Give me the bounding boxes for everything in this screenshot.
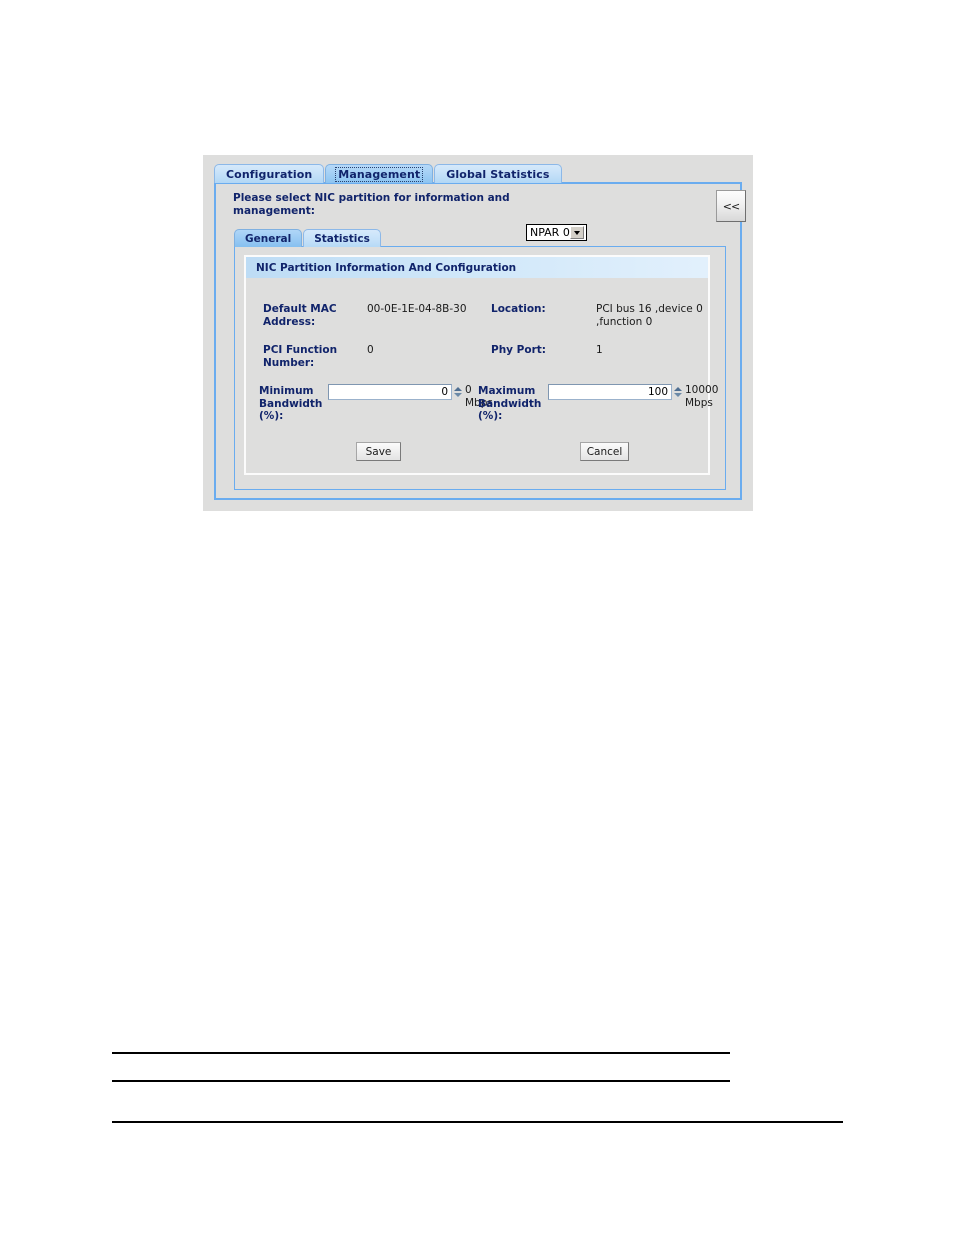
label-minimum-bandwidth: Minimum Bandwidth (%): <box>259 385 323 422</box>
label-phy-port: Phy Port: <box>491 344 546 356</box>
maximum-bandwidth-unit: 10000 Mbps <box>685 384 719 409</box>
tab-global-statistics[interactable]: Global Statistics <box>434 164 562 183</box>
partition-select-row: Please select NIC partition for informat… <box>216 184 740 228</box>
maximum-bandwidth-spinner-buttons[interactable] <box>673 384 683 400</box>
tab-configuration-label: Configuration <box>226 167 313 181</box>
minimum-bandwidth-stepper[interactable]: 0 0 Mbps <box>328 384 499 409</box>
horizontal-rule-top <box>112 1052 730 1054</box>
maximum-bandwidth-input[interactable]: 100 <box>548 384 672 400</box>
save-button[interactable]: Save <box>356 442 401 461</box>
management-panel: Please select NIC partition for informat… <box>214 182 742 500</box>
tab-global-statistics-label: Global Statistics <box>446 167 550 181</box>
spinner-up-icon[interactable] <box>674 387 682 391</box>
value-pci-function-number: 0 <box>367 344 374 356</box>
groupbox-header: NIC Partition Information And Configurat… <box>246 257 708 278</box>
tab-configuration[interactable]: Configuration <box>214 164 325 183</box>
groupbox-title: NIC Partition Information And Configurat… <box>256 261 517 274</box>
tab-statistics[interactable]: Statistics <box>303 229 381 247</box>
minimum-bandwidth-input[interactable]: 0 <box>328 384 452 400</box>
npar-partition-dropdown-value: NPAR 0 <box>530 226 570 239</box>
label-maximum-bandwidth: Maximum Bandwidth (%): <box>478 385 542 422</box>
double-chevron-left-icon: << <box>722 199 740 213</box>
npar-partition-dropdown[interactable]: NPAR 0 <box>526 224 587 241</box>
tab-general-label: General <box>245 232 292 245</box>
label-location: Location: <box>491 303 546 315</box>
value-default-mac-address: 00-0E-1E-04-8B-30 <box>367 303 467 315</box>
spinner-down-icon[interactable] <box>454 393 462 397</box>
nic-partition-groupbox: NIC Partition Information And Configurat… <box>244 255 718 475</box>
spinner-up-icon[interactable] <box>454 387 462 391</box>
maximum-bandwidth-stepper[interactable]: 100 10000 Mbps <box>548 384 719 409</box>
spinner-down-icon[interactable] <box>674 393 682 397</box>
nic-partition-window: Configuration Management Global Statisti… <box>203 155 753 511</box>
general-tab-panel: NIC Partition Information And Configurat… <box>234 246 726 490</box>
tab-management[interactable]: Management <box>325 164 434 183</box>
tab-management-label: Management <box>335 166 424 182</box>
top-tab-strip: Configuration Management Global Statisti… <box>214 163 562 183</box>
label-pci-function-number: PCI Function Number: <box>263 344 338 369</box>
horizontal-rule-middle <box>112 1080 730 1082</box>
label-default-mac-address: Default MAC Address: <box>263 303 337 328</box>
horizontal-rule-bottom <box>112 1121 843 1123</box>
partition-select-prompt: Please select NIC partition for informat… <box>233 192 510 217</box>
sub-tab-strip: General Statistics <box>234 228 381 247</box>
minimum-bandwidth-spinner-buttons[interactable] <box>453 384 463 400</box>
tab-general[interactable]: General <box>234 229 303 247</box>
value-location: PCI bus 16 ,device 0 ,function 0 <box>596 303 703 328</box>
cancel-button[interactable]: Cancel <box>580 442 629 461</box>
value-phy-port: 1 <box>596 344 603 356</box>
collapse-panel-button[interactable]: << <box>716 190 746 222</box>
chevron-down-icon[interactable] <box>570 226 584 239</box>
tab-statistics-label: Statistics <box>314 232 370 245</box>
